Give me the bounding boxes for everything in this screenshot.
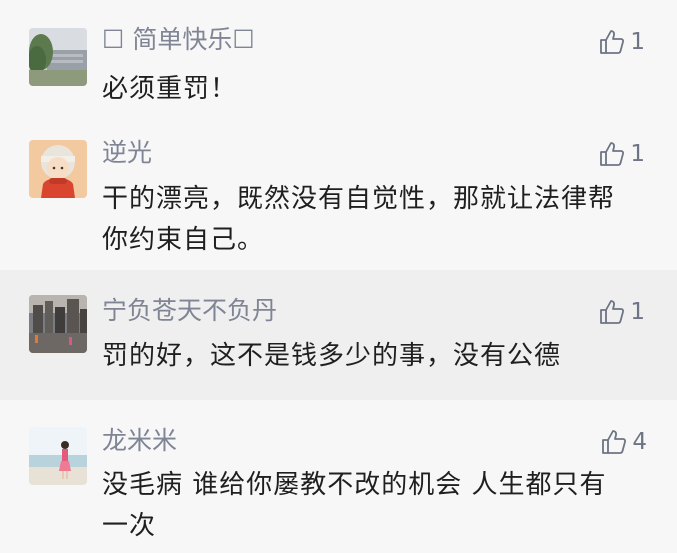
like-count: 1 xyxy=(630,29,645,55)
avatar[interactable] xyxy=(29,140,87,198)
avatar[interactable] xyxy=(29,28,87,86)
beach-person-avatar xyxy=(29,427,87,485)
nickname[interactable]: ☐ 简单快乐☐ xyxy=(102,24,255,56)
comment-text: 干的漂亮，既然没有自觉性，那就让法律帮你约束自己。 xyxy=(102,184,616,255)
avatar[interactable] xyxy=(29,427,87,485)
like-count: 1 xyxy=(630,141,645,167)
like-count: 4 xyxy=(632,429,647,455)
avatar[interactable] xyxy=(29,295,87,353)
like-button[interactable]: 1 xyxy=(598,27,645,57)
comment-item: 宁负苍天不负丹 1 罚的好，这不是钱多少的事，没有公德 xyxy=(0,270,677,400)
illustrated-girl-avatar xyxy=(29,140,87,198)
like-button[interactable]: 1 xyxy=(598,297,645,327)
comment-list: ☐ 简单快乐☐ 1 必须重罚！ 逆光 1 干的漂亮，既然没有自觉性，那就让法律帮… xyxy=(0,0,677,553)
comment-item: 龙米米 4 没毛病 谁给你屡教不改的机会 人生都只有一次 xyxy=(0,400,677,553)
nickname[interactable]: 宁负苍天不负丹 xyxy=(102,295,277,327)
thumbs-up-icon xyxy=(602,430,627,454)
nickname[interactable]: 龙米米 xyxy=(102,425,177,457)
comment-text: 没毛病 谁给你屡教不改的机会 人生都只有一次 xyxy=(102,470,607,541)
comment-item: 逆光 1 干的漂亮，既然没有自觉性，那就让法律帮你约束自己。 xyxy=(0,128,677,270)
thumbs-up-icon xyxy=(600,30,625,54)
comment-text: 必须重罚！ xyxy=(102,74,238,104)
thumbs-up-icon xyxy=(600,300,625,324)
comment-item: ☐ 简单快乐☐ 1 必须重罚！ xyxy=(0,0,677,128)
comment-text: 罚的好，这不是钱多少的事，没有公德 xyxy=(102,341,562,371)
like-count: 1 xyxy=(630,299,645,325)
like-button[interactable]: 4 xyxy=(600,427,647,457)
thumbs-up-icon xyxy=(600,142,625,166)
nickname[interactable]: 逆光 xyxy=(102,137,152,169)
landscape-tree-avatar xyxy=(29,28,87,86)
like-button[interactable]: 1 xyxy=(598,139,645,169)
city-night-avatar xyxy=(29,295,87,353)
